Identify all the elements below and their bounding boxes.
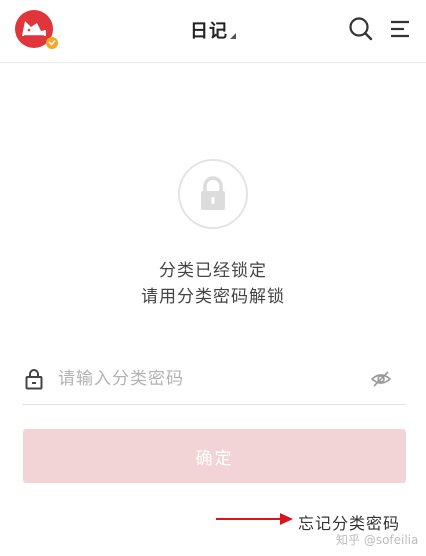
lock-badge	[178, 159, 248, 229]
locked-category-page: 日记 分类已经锁定 请用分类密码解锁 确定 忘记分类密码 知乎 @sofeili…	[0, 0, 426, 556]
caret-down-icon	[230, 33, 236, 39]
eye-off-icon[interactable]	[370, 368, 392, 390]
lock-message-line1: 分类已经锁定	[159, 261, 267, 281]
confirm-button[interactable]: 确定	[23, 429, 406, 483]
lock-icon	[25, 369, 43, 390]
search-icon[interactable]	[347, 15, 375, 43]
password-field-row	[22, 356, 406, 405]
category-password-input[interactable]	[58, 364, 358, 394]
lock-message-line2: 请用分类密码解锁	[141, 287, 285, 307]
lock-icon	[201, 176, 225, 210]
menu-icon[interactable]	[388, 16, 414, 42]
top-bar: 日记	[0, 0, 426, 63]
watermark: 知乎 @sofeilia	[336, 533, 419, 547]
page-title: 日记	[190, 21, 228, 42]
arrow-right-icon	[216, 513, 293, 525]
